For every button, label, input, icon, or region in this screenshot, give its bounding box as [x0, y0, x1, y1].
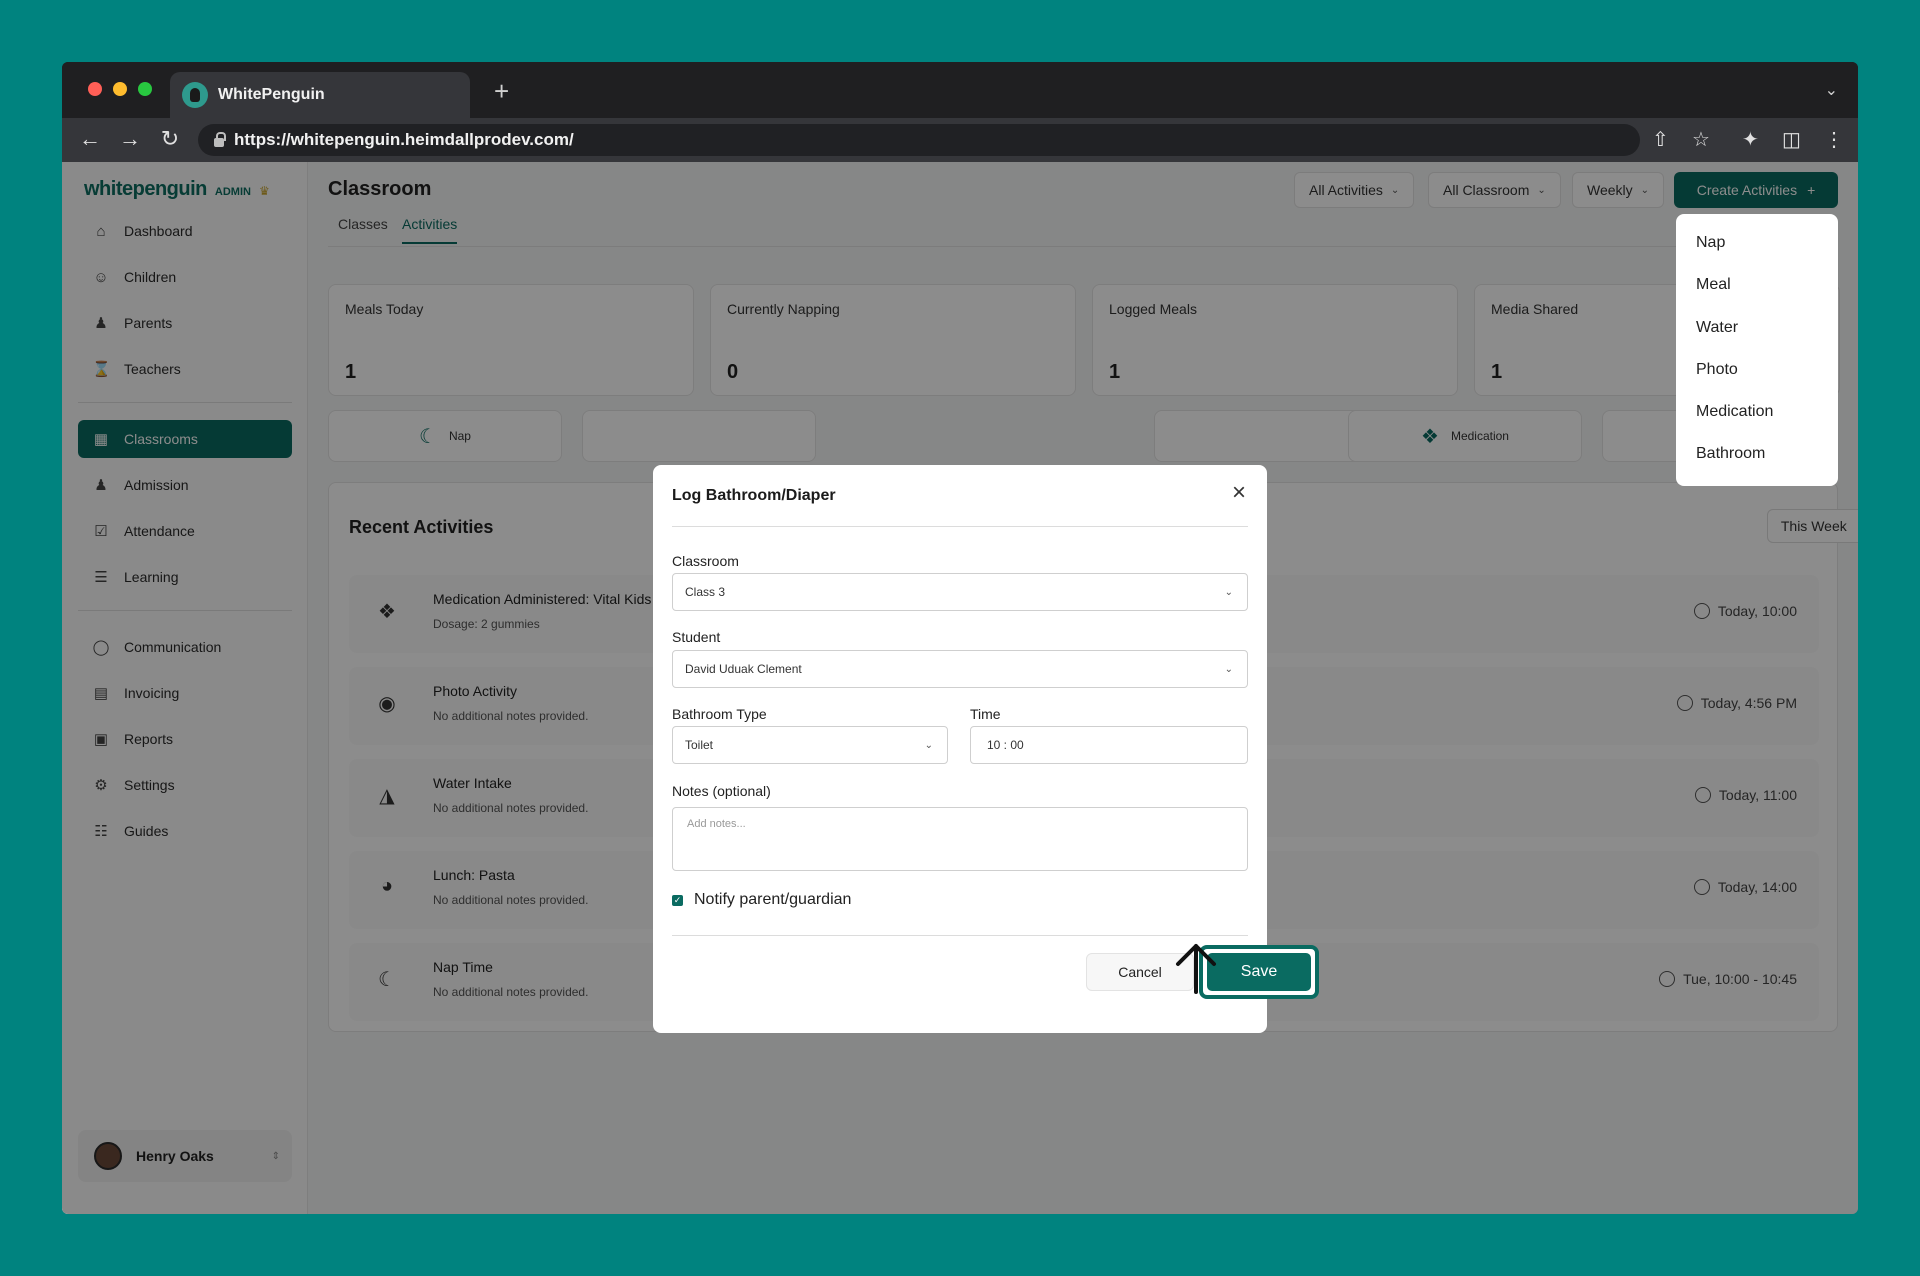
star-icon[interactable]: ☆: [1692, 127, 1710, 152]
browser-window: WhitePenguin + ⌄ ← → ↻ https://whitepeng…: [62, 62, 1858, 1214]
notes-label: Notes (optional): [672, 783, 771, 799]
menu-item-water[interactable]: Water: [1696, 317, 1838, 359]
chevron-down-icon: ⌄: [1224, 663, 1233, 675]
student-label: Student: [672, 629, 721, 645]
time-label: Time: [970, 706, 1001, 722]
notes-placeholder: Add notes...: [687, 818, 746, 830]
side-panel-icon[interactable]: ◫: [1782, 127, 1801, 152]
create-activities-menu: Nap Meal Water Photo Medication Bathroom: [1676, 214, 1838, 486]
extensions-puzzle-icon[interactable]: ✦: [1742, 127, 1759, 152]
chevron-down-icon: ⌄: [924, 739, 933, 751]
notify-checkbox[interactable]: ✓: [672, 895, 683, 906]
modal-title: Log Bathroom/Diaper: [672, 487, 836, 504]
bathroom-type-select[interactable]: Toilet ⌄: [672, 726, 948, 764]
lock-icon: [214, 131, 226, 147]
browser-toolbar: ← → ↻ https://whitepenguin.heimdallprode…: [62, 118, 1858, 162]
classroom-label: Classroom: [672, 553, 739, 569]
close-icon[interactable]: ×: [1227, 481, 1251, 505]
bathroom-type-value: Toilet: [685, 738, 714, 752]
back-arrow-icon[interactable]: ←: [76, 126, 104, 152]
time-value: 10 : 00: [987, 738, 1024, 752]
menu-item-medication[interactable]: Medication: [1696, 401, 1838, 443]
classroom-select[interactable]: Class 3 ⌄: [672, 573, 1248, 611]
app-area: whitepenguin ADMIN ♛ ⌂ Dashboard ☺ Childre…: [62, 162, 1858, 1214]
url-text: https://whitepenguin.heimdallprodev.com/: [234, 130, 574, 149]
browser-tabbar: WhitePenguin + ⌄: [62, 62, 1858, 118]
tab-title: WhitePenguin: [218, 86, 325, 103]
penguin-favicon-icon: [182, 82, 208, 108]
share-icon[interactable]: ⇧: [1652, 127, 1669, 152]
save-button[interactable]: Save: [1207, 953, 1311, 991]
modal-divider: [672, 526, 1248, 527]
close-window-button[interactable]: [88, 82, 102, 96]
forward-arrow-icon[interactable]: →: [116, 126, 144, 152]
menu-item-nap[interactable]: Nap: [1696, 232, 1838, 274]
new-tab-plus-icon[interactable]: +: [494, 76, 509, 107]
minimize-window-button[interactable]: [113, 82, 127, 96]
student-value: David Uduak Clement: [685, 662, 802, 676]
notify-label: Notify parent/guardian: [694, 891, 852, 908]
cancel-label: Cancel: [1118, 964, 1162, 980]
menu-item-photo[interactable]: Photo: [1696, 359, 1838, 401]
chevron-down-icon: ⌄: [1224, 586, 1233, 598]
maximize-window-button[interactable]: [138, 82, 152, 96]
address-bar[interactable]: https://whitepenguin.heimdallprodev.com/: [198, 124, 1640, 156]
save-label: Save: [1240, 963, 1278, 980]
classroom-value: Class 3: [685, 585, 726, 599]
reload-icon[interactable]: ↻: [156, 126, 184, 152]
bathroom-type-label: Bathroom Type: [672, 706, 767, 722]
pointer-arrow-icon: [1176, 944, 1216, 994]
menu-item-bathroom[interactable]: Bathroom: [1696, 443, 1838, 485]
browser-tab[interactable]: WhitePenguin: [170, 72, 470, 118]
notes-textarea[interactable]: Add notes...: [672, 807, 1248, 871]
more-menu-icon[interactable]: ⋮: [1824, 127, 1844, 152]
student-select[interactable]: David Uduak Clement ⌄: [672, 650, 1248, 688]
time-input[interactable]: 10 : 00: [970, 726, 1248, 764]
menu-item-meal[interactable]: Meal: [1696, 274, 1838, 316]
modal-divider: [672, 935, 1248, 936]
tab-list-chevron-icon[interactable]: ⌄: [1825, 80, 1838, 100]
